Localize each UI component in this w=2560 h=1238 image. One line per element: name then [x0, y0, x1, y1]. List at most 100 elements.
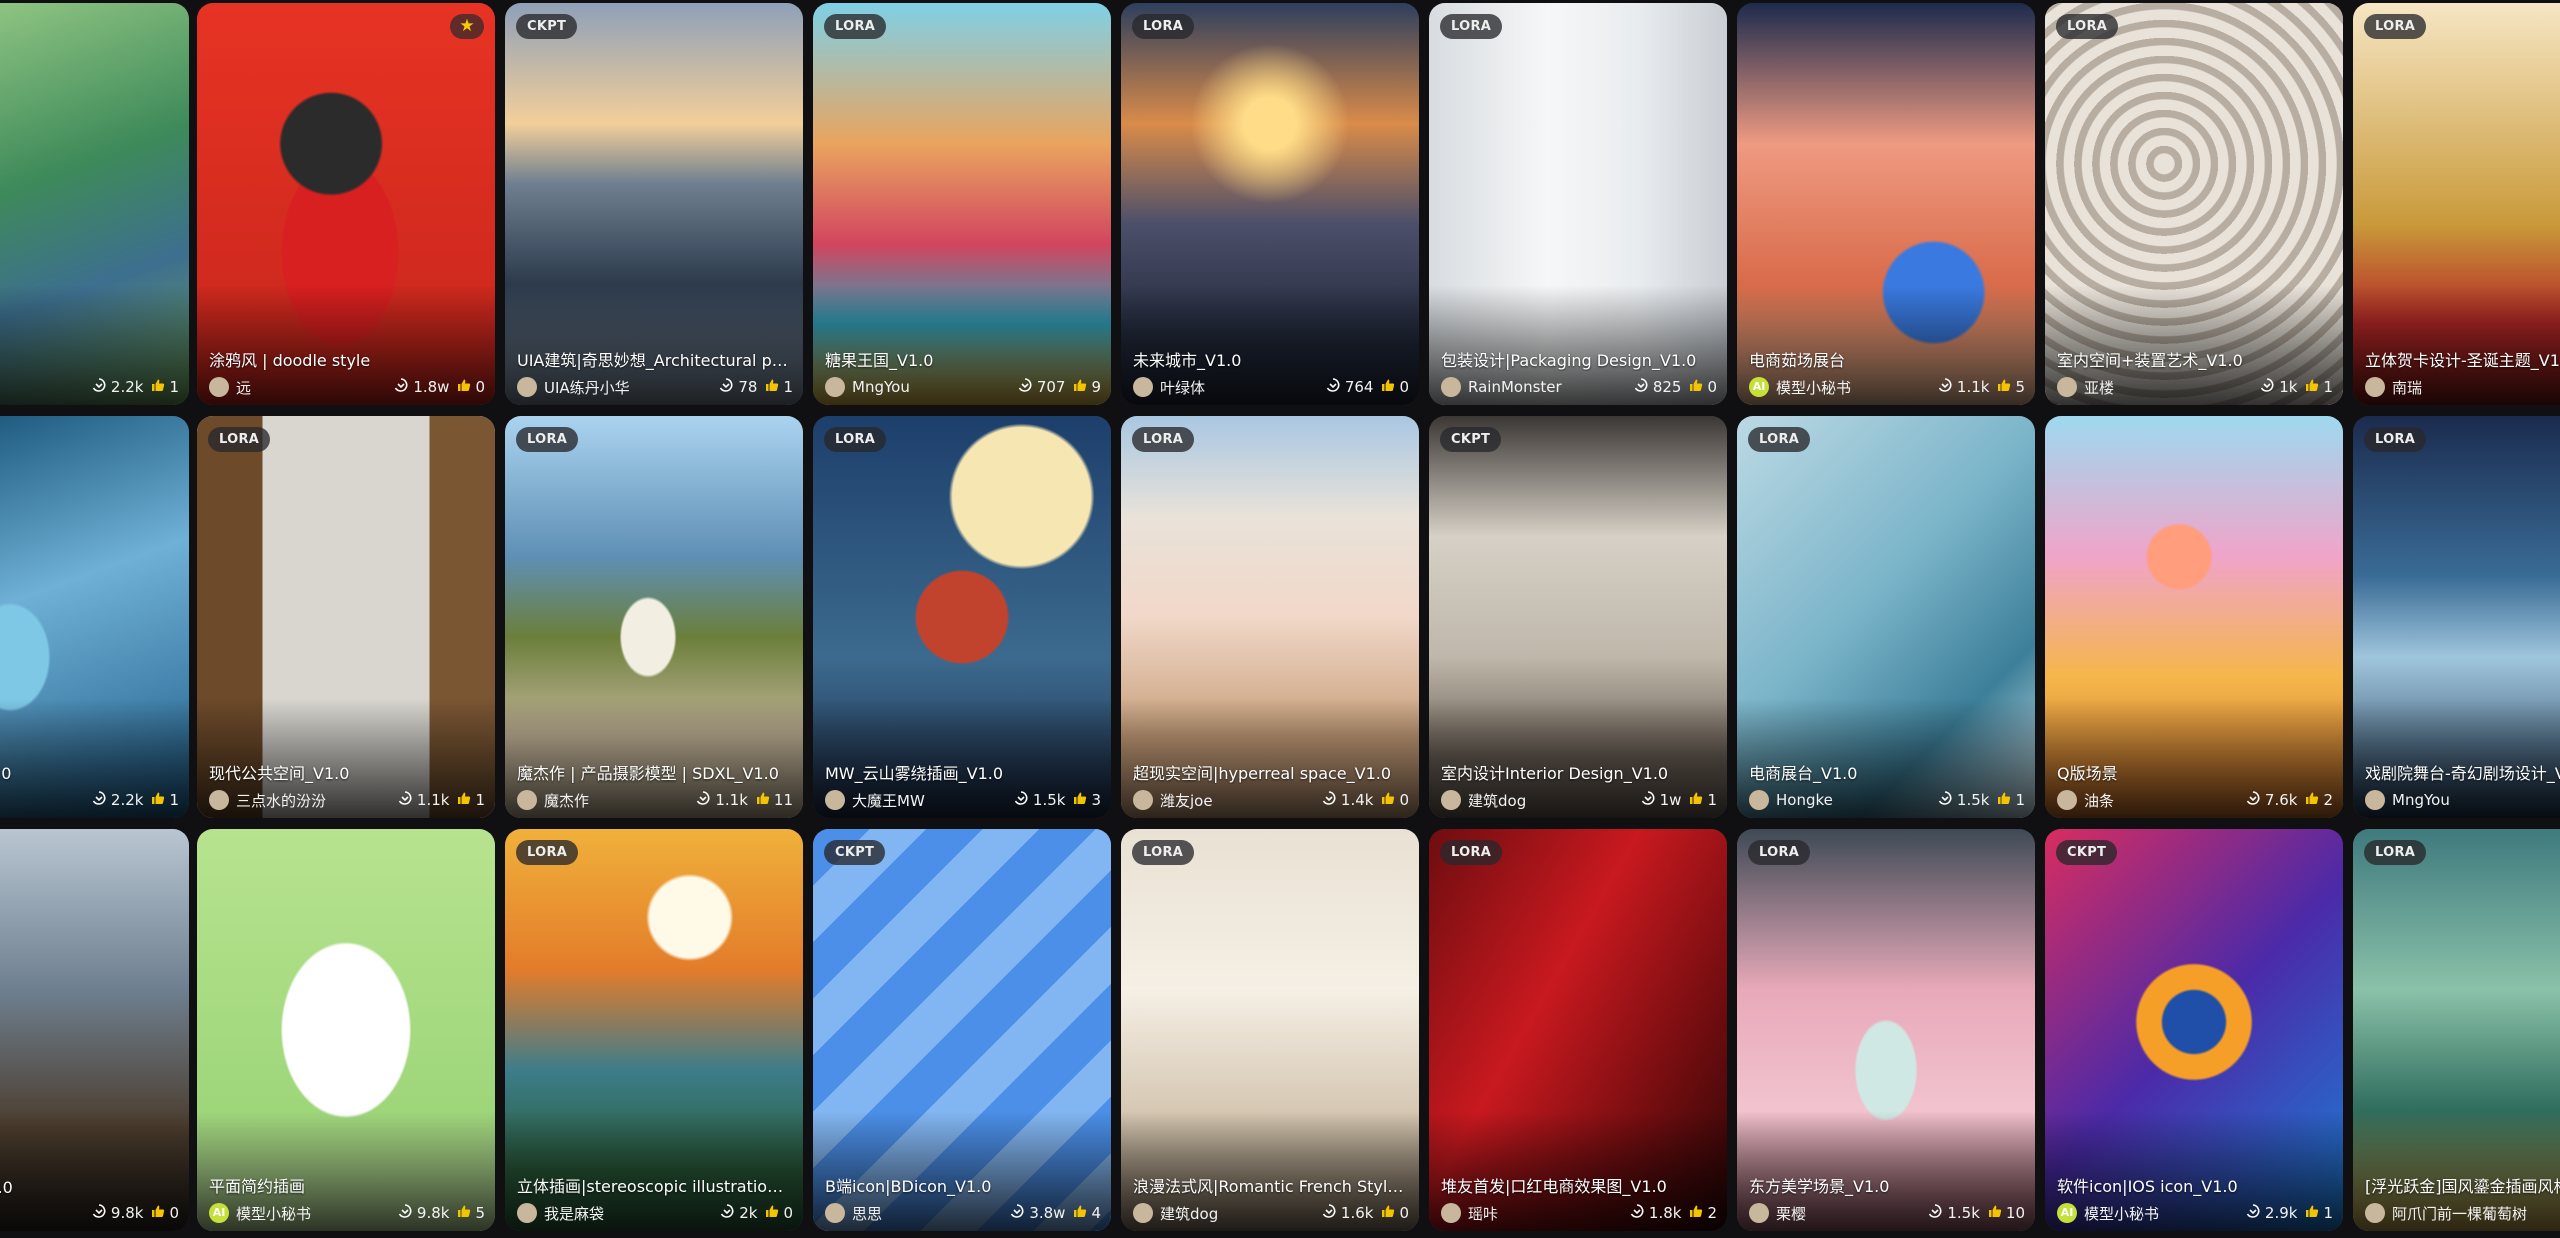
model-title[interactable]: UIA建筑|奇思妙想_Architectural photo_...	[517, 347, 791, 371]
model-card[interactable]: LORA MW_云山雾绕插画_V1.0 大魔王MW 1.5k 3	[813, 416, 1111, 818]
model-title[interactable]: 东方美学场景_V1.0	[1749, 1173, 2023, 1197]
model-title[interactable]: 现代公共空间_V1.0	[209, 760, 483, 784]
model-card[interactable]: 电商茹场展台 AI 模型小秘书 1.1k 5	[1737, 3, 2035, 405]
like-count[interactable]: 0	[1381, 791, 1409, 809]
author-name[interactable]: 南瑞	[2392, 377, 2560, 398]
model-card[interactable]: LORA [浮光跃金]国风鎏金插画风格 阿爪门前一棵葡萄树	[2353, 829, 2560, 1231]
model-title[interactable]: 商产品摄_V1.0	[0, 760, 177, 784]
model-title[interactable]: MW_云山雾绕插画_V1.0	[825, 760, 1099, 784]
author-avatar[interactable]	[1441, 1203, 1461, 1223]
model-card[interactable]: LORA 东方美学场景_V1.0 栗樱 1.5k 10	[1737, 829, 2035, 1231]
author-name[interactable]: 三点水的汾汾	[236, 790, 389, 811]
like-count[interactable]: 1	[457, 791, 485, 809]
model-card[interactable]: LORA 立体贺卡设计-圣诞主题_V1.0 南瑞	[2353, 3, 2560, 405]
like-count[interactable]: 1	[151, 378, 179, 396]
like-count[interactable]: 3	[1073, 791, 1101, 809]
author-avatar[interactable]	[1749, 790, 1769, 810]
author-name[interactable]: 思思	[852, 1203, 1001, 1224]
author-name[interactable]: 油条	[2084, 790, 2237, 811]
author-avatar[interactable]: AI	[1749, 377, 1769, 397]
author-avatar[interactable]	[825, 1203, 845, 1223]
like-count[interactable]: 1	[2305, 1204, 2333, 1222]
like-count[interactable]: 0	[765, 1204, 793, 1222]
author-name[interactable]: MngYou	[852, 378, 1009, 396]
author-name[interactable]: 模型小秘书	[1776, 377, 1929, 398]
author-name[interactable]: MngYou	[2392, 791, 2560, 809]
like-count[interactable]: 0	[151, 1204, 179, 1222]
author-avatar[interactable]	[1441, 790, 1461, 810]
model-card[interactable]: LORA 未来城市_V1.0 叶绿体 764 0	[1121, 3, 1419, 405]
like-count[interactable]: 1	[1689, 791, 1717, 809]
like-count[interactable]: 9	[1073, 378, 1101, 396]
model-card[interactable]: CKPT UIA建筑|奇思妙想_Architectural photo_... UI…	[505, 3, 803, 405]
model-title[interactable]: nDesign_V1.0	[0, 1178, 177, 1197]
model-card[interactable]: LORA 超现实空间|hyperreal space_V1.0 潍友joe 1.4k 0	[1121, 416, 1419, 818]
model-card[interactable]: 场景_V1.0 2.2k 1	[0, 3, 189, 405]
author-avatar[interactable]	[209, 377, 229, 397]
model-title[interactable]: 超现实空间|hyperreal space_V1.0	[1133, 760, 1407, 784]
star-icon[interactable]: ★	[450, 14, 484, 39]
model-title[interactable]: 魔杰作 | 产品摄影模型 | SDXL_V1.0	[517, 760, 791, 784]
like-count[interactable]: 0	[1381, 1204, 1409, 1222]
author-name[interactable]: 亚楼	[2084, 377, 2251, 398]
author-name[interactable]: Hongke	[1776, 791, 1929, 809]
author-avatar[interactable]	[517, 377, 537, 397]
like-count[interactable]: 0	[1381, 378, 1409, 396]
model-card[interactable]: CKPT 软件icon|IOS icon_V1.0 AI 模型小秘书 2.9k 1	[2045, 829, 2343, 1231]
author-avatar[interactable]	[2057, 790, 2077, 810]
model-title[interactable]: 糖果王国_V1.0	[825, 347, 1099, 371]
model-title[interactable]: 电商展台_V1.0	[1749, 760, 2023, 784]
author-name[interactable]: 魔杰作	[544, 790, 687, 811]
author-avatar[interactable]	[825, 377, 845, 397]
model-title[interactable]: 戏剧院舞台-奇幻剧场设计_V	[2365, 760, 2560, 784]
author-avatar[interactable]	[209, 790, 229, 810]
model-title[interactable]: 涂鸦风 | doodle style	[209, 347, 483, 371]
author-name[interactable]: 我是麻袋	[544, 1203, 711, 1224]
model-title[interactable]: 室内空间+装置艺术_V1.0	[2057, 347, 2331, 371]
like-count[interactable]: 5	[457, 1204, 485, 1222]
like-count[interactable]: 1	[151, 791, 179, 809]
model-title[interactable]: 包装设计|Packaging Design_V1.0	[1441, 347, 1715, 371]
model-card[interactable]: 平面简约插画 AI 模型小秘书 9.8k 5	[197, 829, 495, 1231]
author-name[interactable]: 福葡萄树	[0, 790, 83, 811]
like-count[interactable]: 2	[1689, 1204, 1717, 1222]
like-count[interactable]: 1	[765, 378, 793, 396]
author-avatar[interactable]	[1749, 1203, 1769, 1223]
model-card[interactable]: LORA 糖果王国_V1.0 MngYou 707 9	[813, 3, 1111, 405]
model-title[interactable]: 软件icon|IOS icon_V1.0	[2057, 1173, 2331, 1197]
model-title[interactable]: 室内设计Interior Design_V1.0	[1441, 760, 1715, 784]
model-card[interactable]: nDesign_V1.0 9.8k 0	[0, 829, 189, 1231]
author-avatar[interactable]	[2365, 1203, 2385, 1223]
author-avatar[interactable]	[517, 790, 537, 810]
author-name[interactable]: 模型小秘书	[2084, 1203, 2237, 1224]
model-title[interactable]: 立体插画|stereoscopic illustration_V1.0	[517, 1173, 791, 1197]
author-name[interactable]: 大魔王MW	[852, 790, 1005, 811]
model-card[interactable]: ★ 涂鸦风 | doodle style 远 1.8w 0	[197, 3, 495, 405]
model-card[interactable]: LORA 立体插画|stereoscopic illustration_V1.0 我…	[505, 829, 803, 1231]
model-card[interactable]: LORA 魔杰作 | 产品摄影模型 | SDXL_V1.0 魔杰作 1.1k 11	[505, 416, 803, 818]
model-card[interactable]: LORA 现代公共空间_V1.0 三点水的汾汾 1.1k 1	[197, 416, 495, 818]
model-card[interactable]: LORA 戏剧院舞台-奇幻剧场设计_V MngYou	[2353, 416, 2560, 818]
model-title[interactable]: 电商茹场展台	[1749, 347, 2023, 371]
model-title[interactable]: [浮光跃金]国风鎏金插画风格	[2365, 1173, 2560, 1197]
author-name[interactable]: 瑶咔	[1468, 1203, 1621, 1224]
model-title[interactable]: 平面简约插画	[209, 1173, 483, 1197]
model-card[interactable]: LORA 电商展台_V1.0 Hongke 1.5k 1	[1737, 416, 2035, 818]
author-avatar[interactable]	[825, 790, 845, 810]
author-avatar[interactable]	[1133, 790, 1153, 810]
author-avatar[interactable]	[1133, 377, 1153, 397]
model-title[interactable]: 立体贺卡设计-圣诞主题_V1.0	[2365, 347, 2560, 371]
author-avatar[interactable]	[1441, 377, 1461, 397]
author-name[interactable]: UIA练丹小华	[544, 377, 710, 398]
author-name[interactable]: 建筑dog	[1160, 1203, 1313, 1224]
author-avatar[interactable]	[2365, 377, 2385, 397]
author-name[interactable]: 叶绿体	[1160, 377, 1317, 398]
model-title[interactable]: 未来城市_V1.0	[1133, 347, 1407, 371]
like-count[interactable]: 0	[1689, 378, 1717, 396]
model-card[interactable]: LORA 堆友首发|口红电商效果图_V1.0 瑶咔 1.8k 2	[1429, 829, 1727, 1231]
author-avatar[interactable]	[2365, 790, 2385, 810]
like-count[interactable]: 0	[457, 378, 485, 396]
author-avatar[interactable]	[2057, 377, 2077, 397]
like-count[interactable]: 11	[756, 791, 793, 809]
author-avatar[interactable]	[1133, 1203, 1153, 1223]
